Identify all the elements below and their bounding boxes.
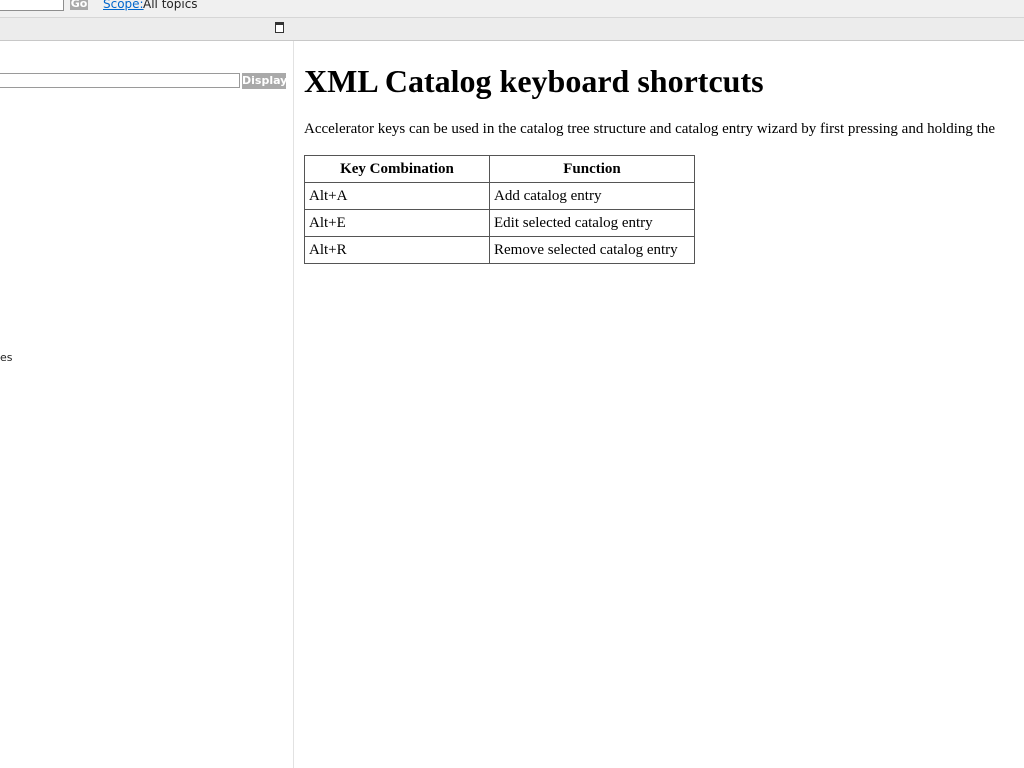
nav-list-item[interactable]: es [0, 351, 13, 364]
intro-paragraph: Accelerator keys can be used in the cata… [304, 121, 995, 137]
search-bar: Go Scope: All topics [0, 0, 1024, 18]
topic-content: XML Catalog keyboard shortcuts Accelerat… [304, 41, 1024, 768]
maximize-icon[interactable] [275, 22, 284, 33]
key-combination-cell: Alt+A [304, 182, 490, 210]
go-button[interactable]: Go [70, 0, 88, 10]
shortcuts-table: Key Combination Function Alt+A Add catal… [304, 155, 695, 264]
navigation-pane: Display es [0, 41, 294, 768]
key-combination-cell: Alt+R [304, 236, 490, 264]
pane-toolbar [0, 18, 1024, 41]
function-cell: Remove selected catalog entry [489, 236, 695, 264]
function-cell: Edit selected catalog entry [489, 209, 695, 237]
table-row: Alt+E Edit selected catalog entry [304, 209, 695, 237]
search-input[interactable] [0, 0, 64, 11]
table-row: Alt+A Add catalog entry [304, 182, 695, 210]
page-title: XML Catalog keyboard shortcuts [304, 63, 764, 99]
key-combination-cell: Alt+E [304, 209, 490, 237]
table-row: Alt+R Remove selected catalog entry [304, 236, 695, 264]
column-header-key-combination: Key Combination [304, 155, 490, 183]
index-keyword-input[interactable] [0, 73, 240, 88]
scope-link[interactable]: Scope: [103, 0, 144, 12]
column-header-function: Function [489, 155, 695, 183]
display-button[interactable]: Display [242, 73, 287, 89]
table-header-row: Key Combination Function [304, 155, 695, 183]
function-cell: Add catalog entry [489, 182, 695, 210]
scope-value: All topics [143, 0, 198, 11]
